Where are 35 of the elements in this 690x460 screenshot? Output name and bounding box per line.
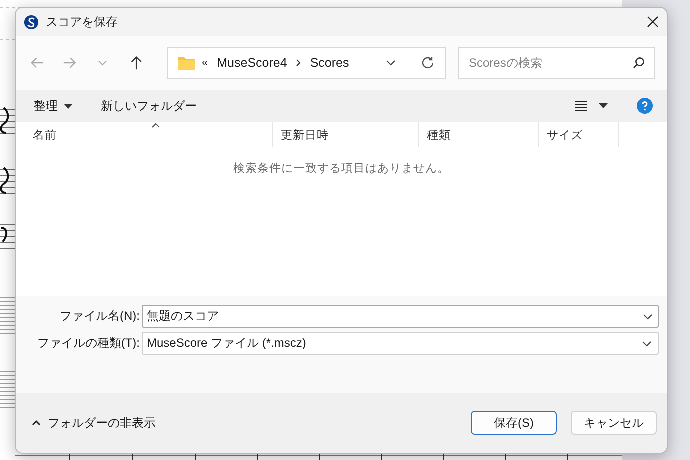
chevron-down-icon[interactable]: [643, 314, 653, 320]
field-label: ファイルの種類(T):: [36, 335, 140, 352]
breadcrumb-item[interactable]: MuseScore4: [217, 56, 288, 70]
chevron-down-icon[interactable]: [386, 60, 396, 66]
column-header[interactable]: 種類: [419, 122, 539, 147]
window-title: スコアを保存: [46, 14, 119, 30]
file-type-dropdown[interactable]: MuseScore ファイル (*.mscz): [142, 332, 659, 355]
column-header[interactable]: サイズ: [539, 122, 619, 147]
column-header[interactable]: 名前: [16, 122, 273, 147]
column-header[interactable]: 更新日時: [273, 122, 419, 147]
field-label: ファイル名(N):: [59, 308, 140, 325]
close-icon[interactable]: [647, 16, 659, 28]
organize-menu-button[interactable]: 整理: [34, 98, 73, 114]
breadcrumb-item[interactable]: Scores: [310, 56, 350, 70]
caret-down-icon: [64, 104, 73, 108]
hide-folders-button[interactable]: フォルダーの非表示: [32, 414, 156, 432]
view-menu-icon[interactable]: [575, 101, 609, 111]
file-name-field[interactable]: 無題のスコア: [142, 305, 659, 328]
sort-caret-icon: [152, 123, 160, 128]
save-button[interactable]: 保存(S): [471, 411, 557, 435]
search-field[interactable]: Scoresの検索: [458, 47, 655, 79]
empty-message: 検索条件に一致する項目はありません。: [232, 162, 450, 176]
app-logo-icon: [24, 14, 39, 30]
up-arrow-icon[interactable]: [128, 55, 144, 71]
chevron-right-icon: [296, 59, 302, 67]
caret-up-icon: [32, 420, 41, 426]
cancel-button[interactable]: キャンセル: [571, 411, 657, 435]
folder-icon: [178, 56, 195, 70]
refresh-icon[interactable]: [421, 56, 435, 70]
search-icon: [633, 57, 645, 69]
help-icon[interactable]: [637, 98, 653, 114]
new-folder-button[interactable]: 新しいフォルダー: [101, 98, 197, 114]
overflow-chevron[interactable]: «: [202, 57, 208, 69]
address-bar[interactable]: « MuseScore4 Scores: [167, 47, 446, 79]
chevron-down-icon: [642, 340, 652, 346]
